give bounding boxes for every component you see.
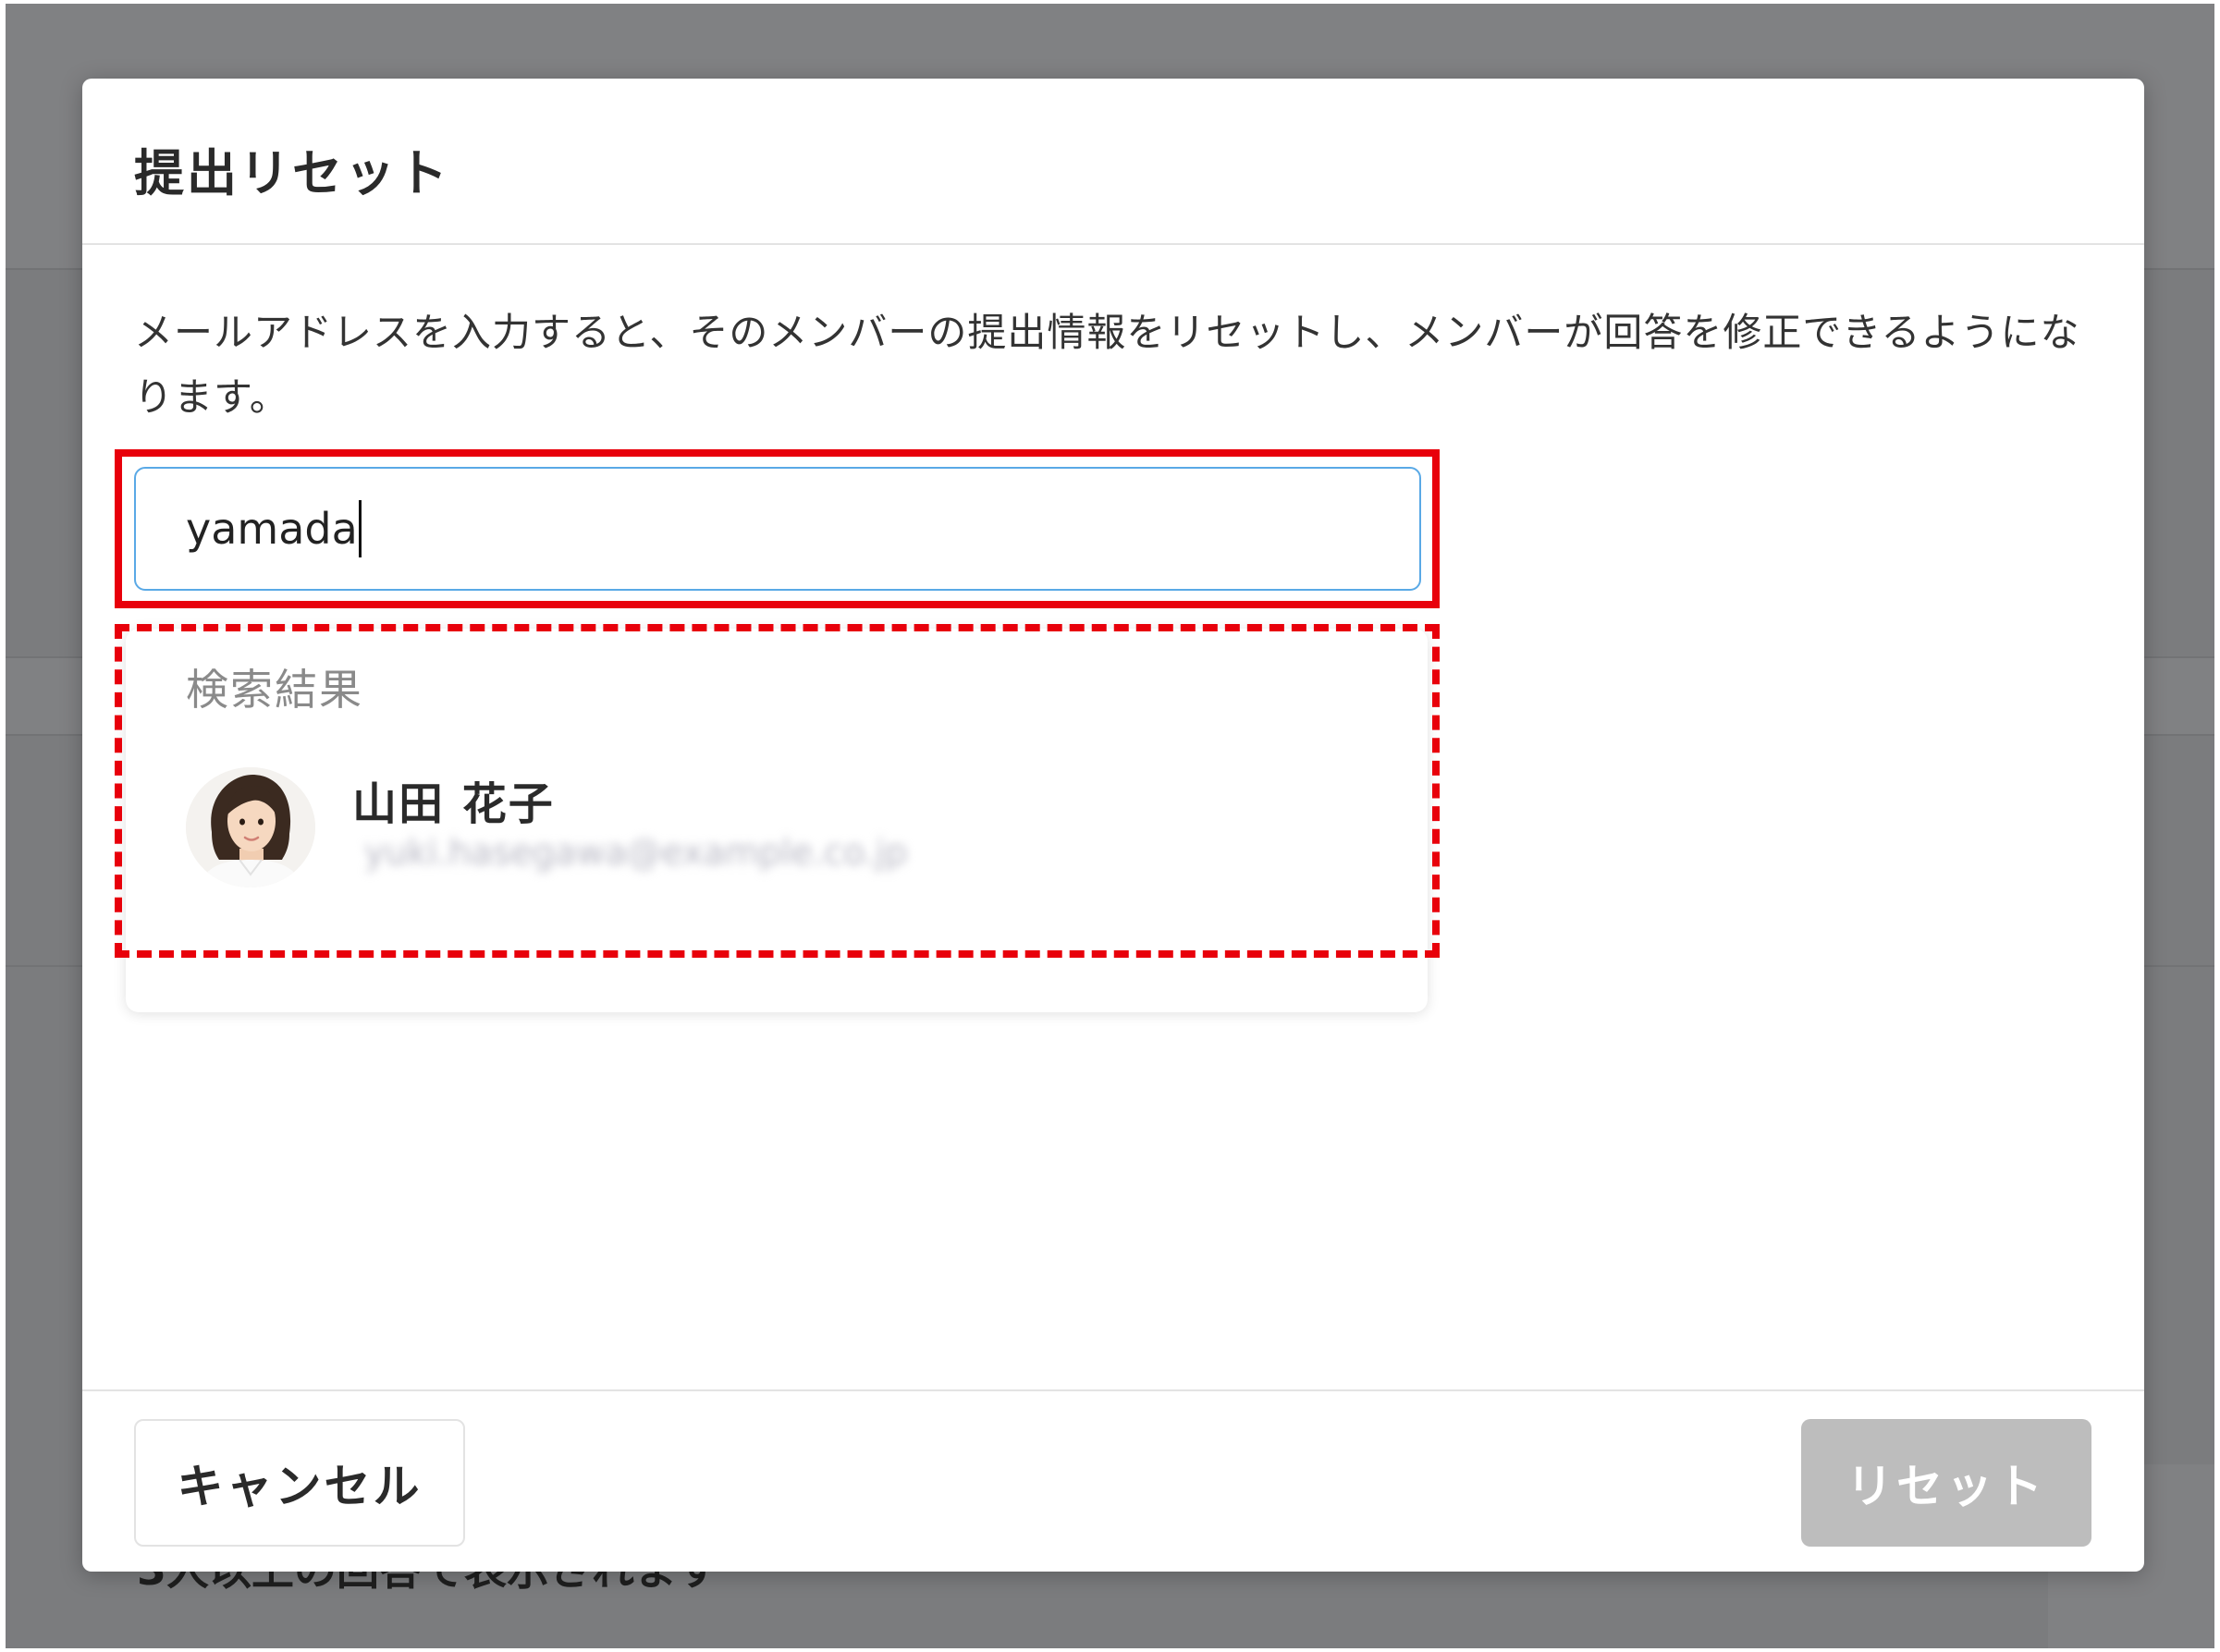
screen: 3人以上の回答で表示されます 提出リセット メールアドレスを入力すると、そのメン… [0,0,2220,1652]
dialog-header: 提出リセット [82,79,2144,245]
reset-button[interactable]: リセット [1801,1419,2091,1547]
reset-submission-dialog: 提出リセット メールアドレスを入力すると、そのメンバーの提出情報をリセットし、メ… [82,79,2144,1572]
dialog-title: 提出リセット [134,144,450,202]
dialog-description: メールアドレスを入力すると、そのメンバーの提出情報をリセットし、メンバーが回答を… [134,310,2080,420]
highlight-results-annotation [115,624,1440,958]
highlight-input-annotation [115,449,1440,608]
cancel-button[interactable]: キャンセル [134,1419,465,1547]
